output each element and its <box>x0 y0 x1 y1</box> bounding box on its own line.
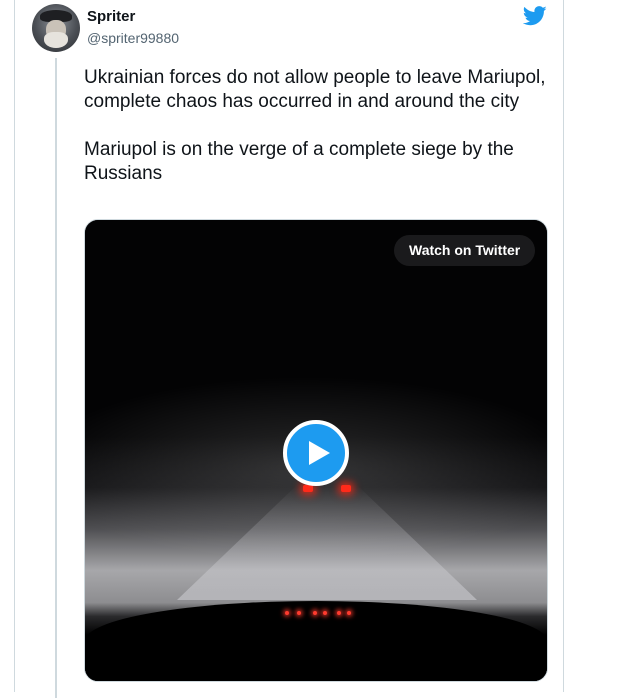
dashboard-lights <box>285 609 365 617</box>
play-icon <box>309 441 330 465</box>
tweet-paragraph: Ukrainian forces do not allow people to … <box>84 67 546 112</box>
author-handle[interactable]: @spriter99880 <box>87 30 179 46</box>
dashboard-light <box>323 611 327 615</box>
taillight-right <box>341 485 351 492</box>
video-player[interactable]: Watch on Twitter <box>84 219 548 682</box>
dashboard-light <box>347 611 351 615</box>
taillight-left <box>303 485 313 492</box>
thread-line <box>55 58 57 698</box>
dashboard-light <box>313 611 317 615</box>
watch-on-twitter-button[interactable]: Watch on Twitter <box>394 235 536 266</box>
dashboard-light <box>337 611 341 615</box>
author-name[interactable]: Spriter <box>87 8 135 25</box>
avatar[interactable] <box>32 4 80 52</box>
tweet-text: Ukrainian forces do not allow people to … <box>84 66 554 186</box>
play-button[interactable] <box>283 420 349 486</box>
dashboard-light <box>297 611 301 615</box>
tweet-paragraph: Mariupol is on the verge of a complete s… <box>84 139 514 184</box>
avatar-beard <box>44 32 68 48</box>
tweet-embed-card: Spriter @spriter99880 Ukrainian forces d… <box>14 0 564 698</box>
twitter-bird-icon[interactable] <box>523 6 547 26</box>
dashboard-light <box>285 611 289 615</box>
